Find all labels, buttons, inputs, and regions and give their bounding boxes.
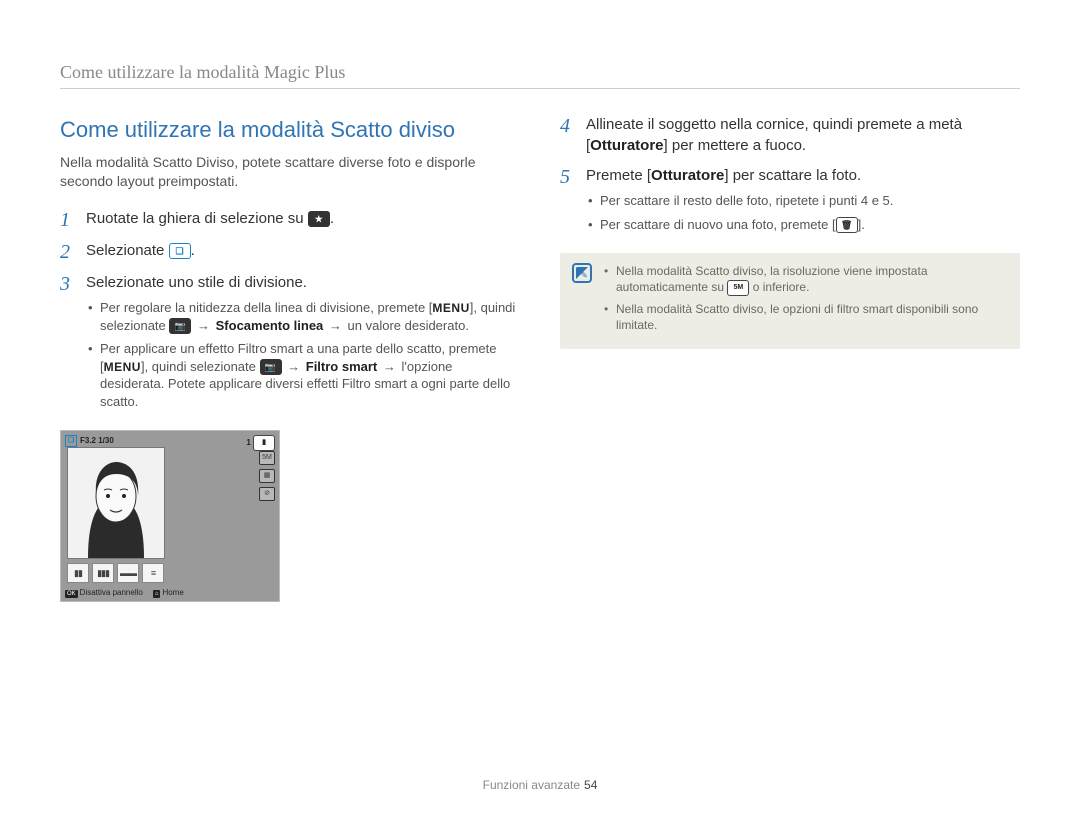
steps-left: 1 Ruotate la ghiera di selezione su ★. 2… xyxy=(60,209,520,417)
menu-key-icon: MENU xyxy=(432,301,469,315)
bullet-text: un valore desiderato. xyxy=(344,318,469,333)
step-text: Premete [ xyxy=(586,167,651,184)
layout-icon: ▬▬ xyxy=(117,563,139,583)
arrow-icon: → xyxy=(329,318,342,333)
footer-section: Funzioni avanzate xyxy=(483,778,580,792)
step-1: 1 Ruotate la ghiera di selezione su ★. xyxy=(60,209,520,231)
camera-icon: 📷 xyxy=(260,359,282,375)
thumb-right-indicators: 5M ▦ ⊘ xyxy=(259,451,275,501)
trash-icon: 🗑 xyxy=(836,217,858,233)
home-key-icon: ⌂ xyxy=(153,590,161,598)
battery-icon: ▮ xyxy=(253,435,275,451)
step-text: Selezionate xyxy=(86,242,169,259)
split-shot-icon: ❏ xyxy=(169,243,191,259)
bullet: Per scattare il resto delle foto, ripete… xyxy=(586,192,1020,210)
preview-thumbnail: ❏F3.2 1/30 1 ▮ 5M ▦ ⊘ xyxy=(60,430,280,602)
bold-label: Sfocamento linea xyxy=(216,318,324,333)
step-2: 2 Selezionate ❏. xyxy=(60,241,520,263)
bold-label: Filtro smart xyxy=(306,359,378,374)
layout-icon: ≡ xyxy=(142,563,164,583)
page-footer: Funzioni avanzate 54 xyxy=(0,777,1080,793)
bullet-text: ], quindi selezionate xyxy=(141,359,260,374)
step-text: Selezionate uno stile di divisione. xyxy=(86,274,307,291)
flash-indicator-icon: ⊘ xyxy=(259,487,275,501)
note-text: o inferiore. xyxy=(749,280,809,294)
exposure-text: F3.2 1/30 xyxy=(80,436,114,445)
thumb-footer-right-label: Home xyxy=(162,588,183,597)
thumb-subject-area xyxy=(67,447,165,559)
layout-icon: ▮▮ xyxy=(67,563,89,583)
step-text-post: . xyxy=(191,242,195,259)
step-body: Selezionate uno stile di divisione. Per … xyxy=(86,273,520,417)
bold-label: Otturatore xyxy=(651,167,724,184)
size-indicator-icon: 5M xyxy=(259,451,275,465)
step-number: 4 xyxy=(560,115,586,156)
divider xyxy=(60,88,1020,89)
thumb-layout-picker: ▮▮ ▮▮▮ ▬▬ ≡ xyxy=(67,563,164,583)
mode-badge-icon: ❏ xyxy=(65,435,77,447)
layout-icon: ▮▮▮ xyxy=(92,563,114,583)
note-item: Nella modalità Scatto diviso, le opzioni… xyxy=(604,301,1008,333)
step-4: 4 Allineate il soggetto nella cornice, q… xyxy=(560,115,1020,156)
thumb-footer-left-label: Disattiva pannello xyxy=(80,588,143,597)
note-list: Nella modalità Scatto diviso, la risoluz… xyxy=(604,263,1008,338)
step-number: 3 xyxy=(60,273,86,417)
quality-indicator-icon: ▦ xyxy=(259,469,275,483)
step-number: 1 xyxy=(60,209,86,231)
section-title: Come utilizzare la modalità Scatto divis… xyxy=(60,115,520,145)
note-icon: ✎ xyxy=(572,263,598,338)
face-illustration xyxy=(68,448,164,558)
page: Come utilizzare la modalità Magic Plus C… xyxy=(0,0,1080,815)
columns: Come utilizzare la modalità Scatto divis… xyxy=(60,115,1020,602)
note-box: ✎ Nella modalità Scatto diviso, la risol… xyxy=(560,253,1020,348)
magic-mode-icon: ★ xyxy=(308,211,330,227)
layout-2col-icon: ▮▮ xyxy=(74,567,82,579)
thumb-footer-left: OKDisattiva pannello xyxy=(65,588,143,599)
arrow-icon: → xyxy=(287,359,300,374)
thumb-footer: OKDisattiva pannello ⌂Home xyxy=(65,588,275,599)
step-body: Premete [Otturatore] per scattare la fot… xyxy=(586,166,1020,239)
bullet: Per applicare un effetto Filtro smart a … xyxy=(86,340,520,410)
steps-right: 4 Allineate il soggetto nella cornice, q… xyxy=(560,115,1020,239)
svg-text:✎: ✎ xyxy=(580,270,588,280)
bullet: Per scattare di nuovo una foto, premete … xyxy=(586,216,1020,234)
note-text: Nella modalità Scatto diviso, le opzioni… xyxy=(616,302,978,332)
bold-label: Otturatore xyxy=(590,137,663,154)
bullet-text: Per scattare di nuovo una foto, premete … xyxy=(600,217,836,232)
step-number: 2 xyxy=(60,241,86,263)
right-column: 4 Allineate il soggetto nella cornice, q… xyxy=(560,115,1020,602)
bullet: Per regolare la nitidezza della linea di… xyxy=(86,299,520,334)
step-sub-bullets: Per regolare la nitidezza della linea di… xyxy=(86,299,520,410)
layout-2row-icon: ▬▬ xyxy=(120,567,136,579)
arrow-icon: → xyxy=(383,359,396,374)
step-body: Ruotate la ghiera di selezione su ★. xyxy=(86,209,520,231)
bullet-text: ]. xyxy=(858,217,865,232)
resolution-icon: 5M xyxy=(727,280,749,296)
camera-icon: 📷 xyxy=(169,318,191,334)
thumb-count: 1 ▮ xyxy=(246,435,275,451)
arrow-icon: → xyxy=(197,318,210,333)
section-intro: Nella modalità Scatto Diviso, potete sca… xyxy=(60,153,520,191)
layout-3col-icon: ▮▮▮ xyxy=(97,567,109,579)
chapter-title: Come utilizzare la modalità Magic Plus xyxy=(60,60,1020,84)
layout-3row-icon: ≡ xyxy=(151,567,155,579)
left-column: Come utilizzare la modalità Scatto divis… xyxy=(60,115,520,602)
step-sub-bullets: Per scattare il resto delle foto, ripete… xyxy=(586,192,1020,233)
thumb-footer-right: ⌂Home xyxy=(153,588,184,599)
bullet-text: Per regolare la nitidezza della linea di… xyxy=(100,300,432,315)
note-item: Nella modalità Scatto diviso, la risoluz… xyxy=(604,263,1008,296)
count-text: 1 xyxy=(246,438,250,447)
step-body: Allineate il soggetto nella cornice, qui… xyxy=(586,115,1020,156)
step-text: ] per scattare la foto. xyxy=(724,167,861,184)
step-text: Ruotate la ghiera di selezione su xyxy=(86,210,308,227)
step-5: 5 Premete [Otturatore] per scattare la f… xyxy=(560,166,1020,239)
step-body: Selezionate ❏. xyxy=(86,241,520,263)
ok-key-icon: OK xyxy=(65,590,78,598)
footer-page-number: 54 xyxy=(584,778,597,792)
step-3: 3 Selezionate uno stile di divisione. Pe… xyxy=(60,273,520,417)
menu-key-icon: MENU xyxy=(104,360,141,374)
step-number: 5 xyxy=(560,166,586,239)
step-text: ] per mettere a fuoco. xyxy=(664,137,807,154)
step-text-post: . xyxy=(330,210,334,227)
